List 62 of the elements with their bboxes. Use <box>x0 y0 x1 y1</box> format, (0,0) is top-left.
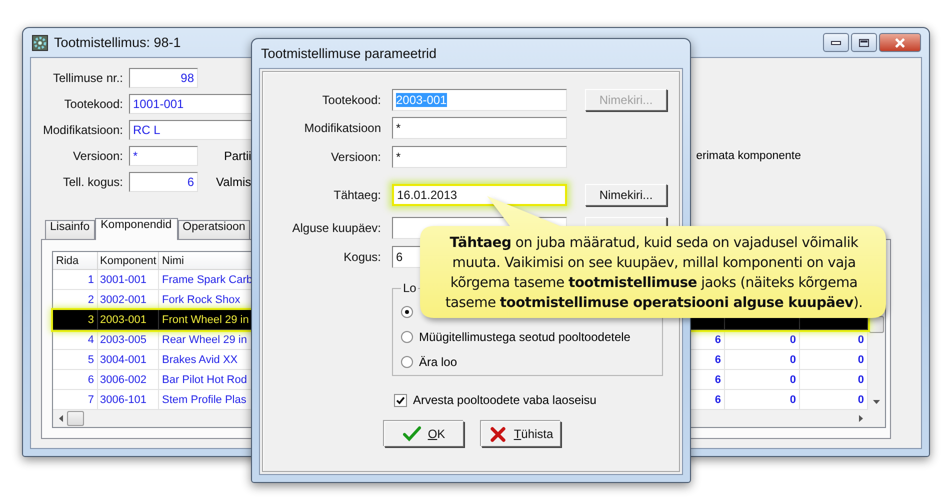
input-field[interactable]: 98 <box>129 68 198 88</box>
table-cell: 4 <box>53 330 98 350</box>
table-cell: 3004-001 <box>98 350 159 370</box>
table-cell: 3001-001 <box>98 270 159 290</box>
table-cell: 1 <box>53 270 98 290</box>
field-label: Modifikatsioon <box>303 121 381 135</box>
checkbox-label: erimata komponente <box>696 150 801 162</box>
scroll-right-icon[interactable] <box>859 415 863 422</box>
table-cell: 5 <box>53 350 98 370</box>
radio-label: Ära loo <box>419 354 458 368</box>
x-icon <box>488 426 507 442</box>
table-cell: 0 <box>725 370 800 390</box>
field-label: Versioon: <box>330 150 381 164</box>
checkbox[interactable] <box>394 394 407 406</box>
close-button[interactable] <box>879 33 921 52</box>
field-label: Modifikatsioon: <box>42 123 123 137</box>
scroll-left-icon[interactable] <box>59 415 63 422</box>
table-cell: 0 <box>725 330 800 350</box>
tab[interactable]: Lisainfo <box>45 220 95 239</box>
radio-button[interactable] <box>401 306 413 318</box>
ok-button[interactable]: OK <box>384 421 464 447</box>
table-cell: 6 <box>53 370 98 390</box>
field-label: Valmis <box>216 175 252 189</box>
column-header[interactable]: Komponent <box>98 252 159 270</box>
maximize-icon <box>859 38 869 46</box>
field-label: Versioon: <box>72 149 123 163</box>
maximize-button[interactable] <box>851 33 877 52</box>
field-label: Tell. kogus: <box>62 175 123 189</box>
check-icon <box>402 426 421 442</box>
table-cell: 3006-002 <box>98 370 159 390</box>
input-field[interactable]: * <box>129 146 198 166</box>
table-cell: 0 <box>725 350 800 370</box>
input-field[interactable]: * <box>392 146 567 168</box>
minimize-icon <box>831 40 841 44</box>
scroll-thumb[interactable] <box>67 411 84 426</box>
input-field[interactable]: 6 <box>129 172 198 192</box>
checkbox-label: Arvesta pooltoodete vaba laoseisu <box>413 393 596 407</box>
window-title: Tootmistellimus: 98-1 <box>54 35 181 50</box>
dialog-title: Tootmistellimuse parameetrid <box>261 46 437 61</box>
tab[interactable]: Operatsioon <box>178 220 250 239</box>
field-label: Tootekood: <box>63 97 123 111</box>
tab[interactable]: Komponendid <box>94 218 178 240</box>
radio-button[interactable] <box>401 330 413 342</box>
radio-label: Müügitellimustega seotud pooltoodetele <box>419 330 630 344</box>
column-header[interactable]: Rida <box>53 252 98 270</box>
scroll-down-icon[interactable] <box>873 400 880 404</box>
radio-button[interactable] <box>401 356 413 368</box>
minimize-button[interactable] <box>823 33 849 52</box>
field-label: Kogus: <box>342 250 381 264</box>
close-icon <box>894 38 906 48</box>
field-label: Partii <box>224 149 252 163</box>
table-cell: 2003-005 <box>98 330 159 350</box>
input-field[interactable]: 16.01.2013 <box>392 184 567 206</box>
table-cell: 3 <box>53 310 98 330</box>
app-icon <box>32 34 48 50</box>
field-label: Tellimuse nr.: <box>52 71 123 85</box>
input-field[interactable]: * <box>392 117 567 139</box>
field-label: Tootekood: <box>321 93 381 107</box>
field-label: Tähtaeg: <box>332 188 381 202</box>
cancel-button[interactable]: Tühista <box>481 421 561 447</box>
field-label: Alguse kuupäev: <box>291 221 381 235</box>
table-cell: 2003-001 <box>98 310 159 330</box>
